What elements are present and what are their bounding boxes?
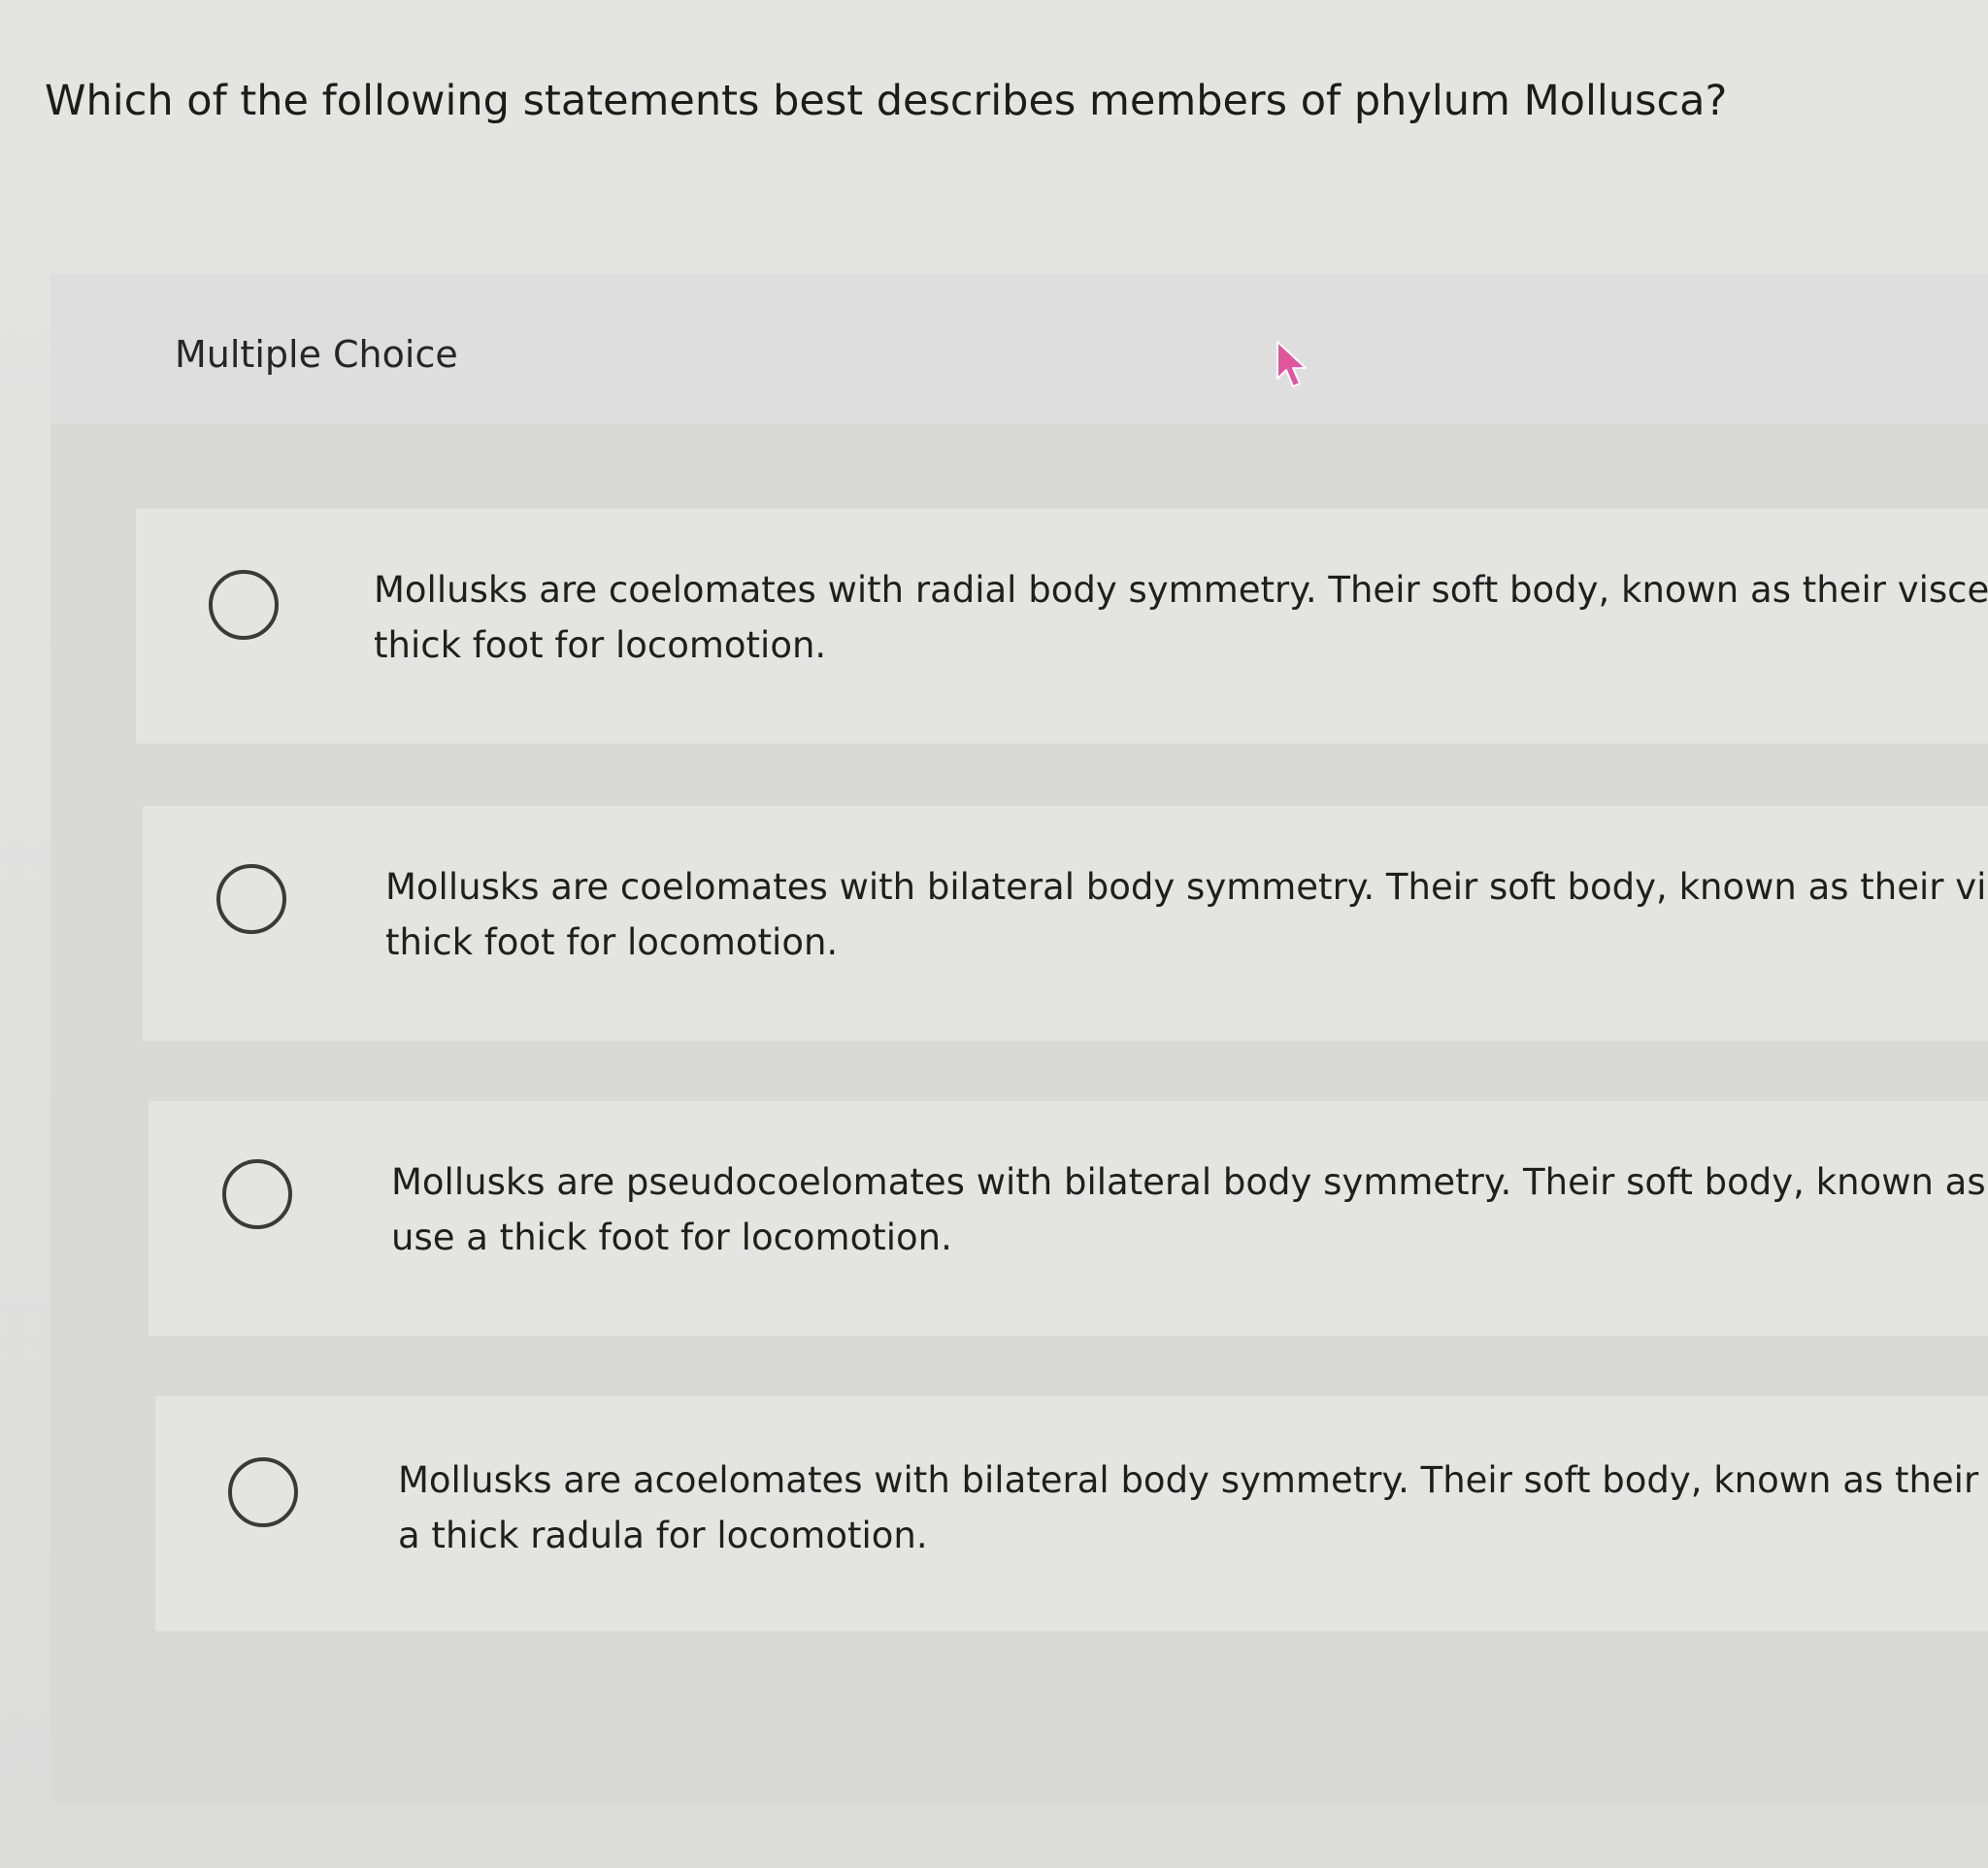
option-d-line-1: Mollusks are acoelomates with bilateral … bbox=[398, 1459, 1988, 1501]
option-c-line-1: Mollusks are pseudocoelomates with bilat… bbox=[391, 1161, 1988, 1203]
answer-option-b[interactable]: Mollusks are coelomates with bilateral b… bbox=[143, 806, 1988, 1041]
question-text: Which of the following statements best d… bbox=[45, 77, 1728, 125]
panel-header: Multiple Choice bbox=[50, 274, 1988, 424]
option-b-line-1: Mollusks are coelomates with bilateral b… bbox=[385, 866, 1988, 908]
radio-unselected-icon[interactable] bbox=[216, 864, 286, 934]
radio-unselected-icon[interactable] bbox=[209, 570, 279, 640]
answer-option-c[interactable]: Mollusks are pseudocoelomates with bilat… bbox=[149, 1101, 1988, 1336]
option-b-text: Mollusks are coelomates with bilateral b… bbox=[385, 859, 1988, 970]
option-b-line-2: thick foot for locomotion. bbox=[385, 921, 839, 963]
answer-option-d[interactable]: Mollusks are acoelomates with bilateral … bbox=[155, 1396, 1988, 1631]
option-c-line-2: use a thick foot for locomotion. bbox=[391, 1217, 952, 1258]
multiple-choice-panel: Multiple Choice Mollusks are coelomates … bbox=[50, 274, 1988, 1803]
mouse-pointer-icon bbox=[1276, 341, 1307, 387]
radio-unselected-icon[interactable] bbox=[222, 1159, 292, 1229]
option-c-text: Mollusks are pseudocoelomates with bilat… bbox=[391, 1154, 1988, 1265]
option-a-line-2: thick foot for locomotion. bbox=[374, 624, 827, 666]
answer-option-a[interactable]: Mollusks are coelomates with radial body… bbox=[136, 509, 1988, 744]
option-a-line-1: Mollusks are coelomates with radial body… bbox=[374, 569, 1988, 611]
radio-unselected-icon[interactable] bbox=[228, 1457, 298, 1527]
option-d-line-2: a thick radula for locomotion. bbox=[398, 1515, 928, 1556]
multiple-choice-label: Multiple Choice bbox=[175, 333, 458, 376]
option-a-text: Mollusks are coelomates with radial body… bbox=[374, 562, 1988, 673]
option-d-text: Mollusks are acoelomates with bilateral … bbox=[398, 1452, 1988, 1563]
